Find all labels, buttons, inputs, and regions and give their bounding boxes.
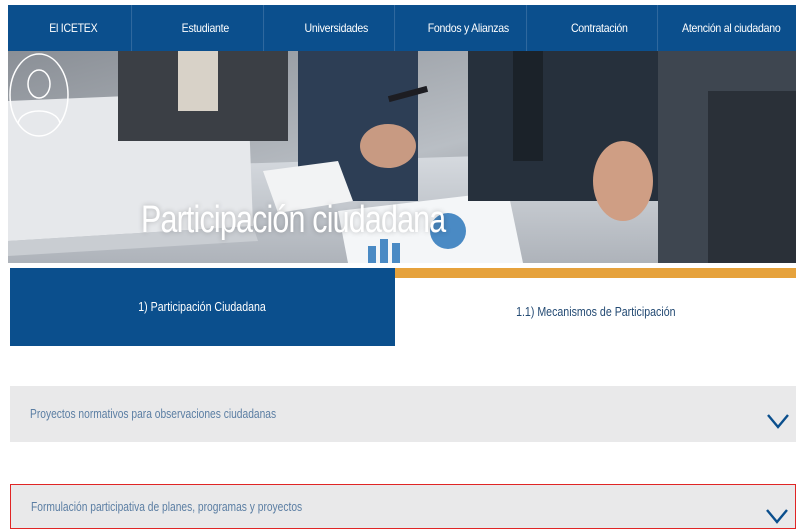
tab-label: 1.1) Mecanismos de Participación bbox=[515, 305, 676, 319]
nav-item-contratacion[interactable]: Contratación bbox=[542, 5, 658, 51]
chevron-down-icon[interactable] bbox=[766, 412, 790, 430]
nav-item-el-icetex[interactable]: El ICETEX bbox=[16, 5, 132, 51]
tabs: 1) Participación Ciudadana 1.1) Mecanism… bbox=[0, 263, 796, 347]
hero-banner: Participación ciudadana bbox=[8, 51, 796, 263]
main-nav: El ICETEX Estudiante Universidades Fondo… bbox=[8, 5, 796, 51]
page-title: Participación ciudadana bbox=[141, 199, 446, 241]
nav-item-estudiante[interactable]: Estudiante bbox=[147, 5, 264, 51]
accordion-formulacion-participativa[interactable]: Formulación participativa de planes, pro… bbox=[10, 484, 796, 529]
tab-accent-bar bbox=[395, 268, 796, 278]
nav-item-fondos-alianzas[interactable]: Fondos y Alianzas bbox=[410, 5, 527, 51]
nav-item-universidades[interactable]: Universidades bbox=[279, 5, 395, 51]
accordion-label: Proyectos normativos para observaciones … bbox=[30, 407, 277, 421]
accordion-proyectos-normativos[interactable]: Proyectos normativos para observaciones … bbox=[10, 386, 796, 442]
tab-label: 1) Participación Ciudadana bbox=[138, 300, 267, 314]
chevron-down-icon[interactable] bbox=[765, 507, 789, 525]
accordion-label: Formulación participativa de planes, pro… bbox=[31, 499, 303, 514]
nav-item-atencion-ciudadano[interactable]: Atención al ciudadano bbox=[673, 5, 788, 51]
user-circle-icon bbox=[9, 53, 69, 137]
tab-participacion-ciudadana[interactable]: 1) Participación Ciudadana bbox=[10, 268, 395, 346]
tab-mecanismos-participacion[interactable]: 1.1) Mecanismos de Participación bbox=[395, 278, 796, 346]
